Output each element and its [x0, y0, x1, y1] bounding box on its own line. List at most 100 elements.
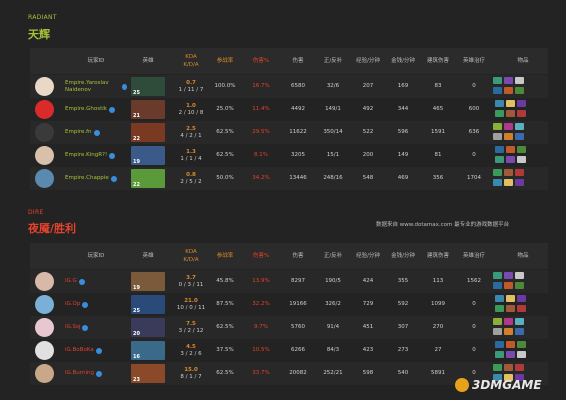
item-icon[interactable] [515, 272, 524, 279]
item-icon[interactable] [515, 179, 524, 186]
dire-player-row[interactable]: iG.BoBoKa 16 4.5 3 / 2 / 6 37.5% 10.5% 6266 84/… [30, 339, 548, 362]
item-icon[interactable] [515, 328, 524, 335]
item-icon[interactable] [515, 364, 524, 371]
item-icon[interactable] [493, 179, 502, 186]
item-icon[interactable] [493, 169, 502, 176]
hero-portrait[interactable]: 25 [131, 295, 165, 314]
player-name[interactable]: Empire.fn [65, 121, 127, 144]
item-icon[interactable] [517, 351, 526, 358]
item-icon[interactable] [504, 328, 513, 335]
item-icon[interactable] [493, 282, 502, 289]
player-name[interactable]: iG.G [65, 270, 127, 293]
player-avatar[interactable] [35, 341, 54, 360]
item-icon[interactable] [517, 146, 526, 153]
hero-portrait[interactable]: 21 [131, 100, 165, 119]
item-icon[interactable] [504, 133, 513, 140]
item-icon[interactable] [517, 341, 526, 348]
item-icon[interactable] [504, 364, 513, 371]
item-icon[interactable] [506, 100, 515, 107]
item-icon[interactable] [506, 295, 515, 302]
item-icon[interactable] [504, 169, 513, 176]
item-icon[interactable] [504, 87, 513, 94]
header-gpm: 金钱/分钟 [391, 58, 415, 64]
item-icon[interactable] [515, 282, 524, 289]
item-icon[interactable] [515, 169, 524, 176]
item-icon[interactable] [506, 351, 515, 358]
item-icon[interactable] [495, 156, 504, 163]
item-icon[interactable] [495, 295, 504, 302]
verified-icon [78, 278, 85, 285]
item-icon[interactable] [506, 146, 515, 153]
item-icon[interactable] [493, 272, 502, 279]
item-icon[interactable] [515, 133, 524, 140]
player-avatar[interactable] [35, 272, 54, 291]
item-icon[interactable] [504, 318, 513, 325]
item-icon[interactable] [495, 110, 504, 117]
item-icon[interactable] [515, 123, 524, 130]
dire-player-row[interactable]: iG.Ssj 20 7.5 3 / 2 / 12 62.5% 9.7% 5760 91/4 45… [30, 316, 548, 339]
radiant-player-row[interactable]: Empire.KingR?! 19 1.3 1 / 1 / 4 62.5% 8.1% 320… [30, 144, 548, 167]
item-icon[interactable] [515, 77, 524, 84]
dire-player-row[interactable]: iG.Op 25 21.0 10 / 0 / 11 87.5% 32.2% 19166 326… [30, 293, 548, 316]
item-icon[interactable] [493, 123, 502, 130]
item-icon[interactable] [515, 318, 524, 325]
player-avatar[interactable] [35, 364, 54, 383]
item-icon[interactable] [506, 110, 515, 117]
item-icon[interactable] [504, 77, 513, 84]
radiant-player-row[interactable]: Empire.Chappie 22 0.8 2 / 5 / 2 50.0% 34.2% 13… [30, 167, 548, 190]
dire-player-row[interactable]: iG.G 19 3.7 0 / 3 / 11 45.8% 13.9% 8297 190/5 42… [30, 270, 548, 293]
player-name[interactable]: iG.Op [65, 293, 127, 316]
item-icon[interactable] [517, 156, 526, 163]
item-icon[interactable] [504, 179, 513, 186]
hero-portrait[interactable]: 19 [131, 146, 165, 165]
item-icon[interactable] [517, 100, 526, 107]
player-name[interactable]: Empire.Ghostik [65, 98, 127, 121]
item-icon[interactable] [493, 364, 502, 371]
player-name[interactable]: Empire.KingR?! [65, 144, 127, 167]
item-icon[interactable] [495, 146, 504, 153]
item-icon[interactable] [517, 295, 526, 302]
item-icon[interactable] [493, 133, 502, 140]
hero-portrait[interactable]: 22 [131, 123, 165, 142]
item-icon[interactable] [506, 156, 515, 163]
kda-ratio: 3.7 [186, 274, 196, 281]
item-icon[interactable] [495, 305, 504, 312]
player-name[interactable]: Empire.Chappie [65, 167, 127, 190]
radiant-player-row[interactable]: Empire.fn 22 2.5 4 / 2 / 1 62.5% 29.5% 11622 35… [30, 121, 548, 144]
item-icon[interactable] [493, 328, 502, 335]
hero-portrait[interactable]: 20 [131, 318, 165, 337]
item-icon[interactable] [493, 318, 502, 325]
player-name[interactable]: Empire.Yaroslav Naidenov [65, 75, 127, 98]
item-icon[interactable] [517, 305, 526, 312]
item-icon[interactable] [515, 87, 524, 94]
item-icon[interactable] [493, 77, 502, 84]
player-avatar[interactable] [35, 318, 54, 337]
player-name[interactable]: iG.Burning [65, 362, 127, 385]
xpm-cell: 423 [362, 347, 374, 353]
hero-portrait[interactable]: 23 [131, 364, 165, 383]
player-name[interactable]: iG.Ssj [65, 316, 127, 339]
radiant-player-row[interactable]: Empire.Yaroslav Naidenov 25 0.7 1 / 11 / 71… [30, 75, 548, 98]
hero-portrait[interactable]: 19 [131, 272, 165, 291]
player-avatar[interactable] [35, 169, 54, 188]
item-icon[interactable] [504, 123, 513, 130]
player-avatar[interactable] [35, 146, 54, 165]
radiant-player-row[interactable]: Empire.Ghostik 21 1.0 2 / 10 / 8 25.0% 11.4% 4… [30, 98, 548, 121]
hero-portrait[interactable]: 25 [131, 77, 165, 96]
player-name[interactable]: iG.BoBoKa [65, 339, 127, 362]
player-avatar[interactable] [35, 100, 54, 119]
item-icon[interactable] [506, 305, 515, 312]
item-icon[interactable] [504, 282, 513, 289]
player-avatar[interactable] [35, 123, 54, 142]
hero-portrait[interactable]: 22 [131, 169, 165, 188]
item-icon[interactable] [517, 110, 526, 117]
item-icon[interactable] [495, 351, 504, 358]
player-avatar[interactable] [35, 295, 54, 314]
item-icon[interactable] [504, 272, 513, 279]
item-icon[interactable] [495, 341, 504, 348]
item-icon[interactable] [493, 87, 502, 94]
hero-portrait[interactable]: 16 [131, 341, 165, 360]
player-avatar[interactable] [35, 77, 54, 96]
item-icon[interactable] [495, 100, 504, 107]
item-icon[interactable] [506, 341, 515, 348]
